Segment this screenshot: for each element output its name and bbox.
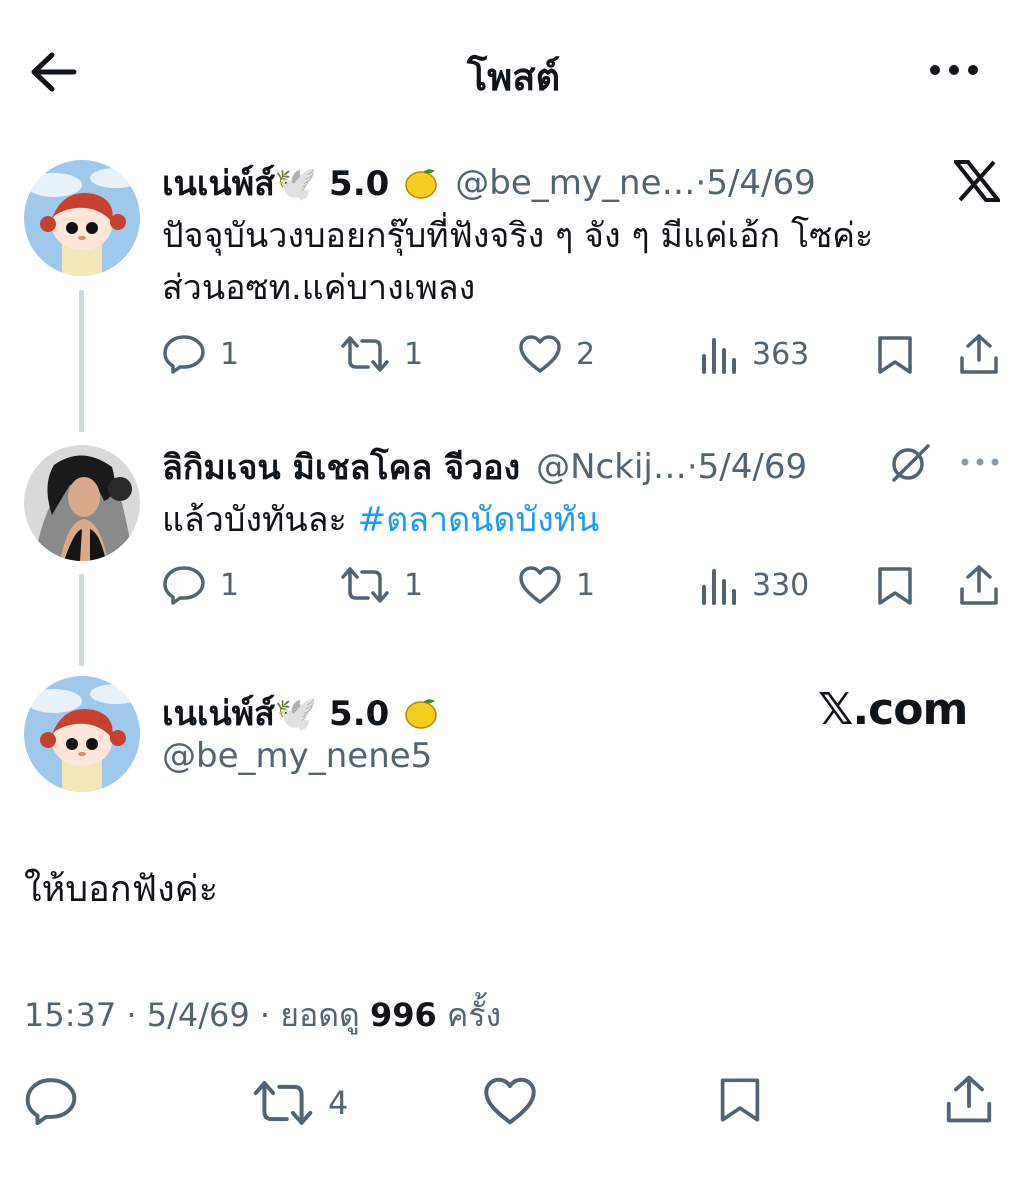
tweet-header: เนเน่พ์ส์🕊️ 5.0 @be_my_ne… ·5/4/69 xyxy=(162,156,816,210)
tweet-metadata: 15:37 · 5/4/69 · ยอดดู 996 ครั้ง xyxy=(24,990,501,1041)
like-button[interactable]: 2 xyxy=(518,334,595,374)
like-button[interactable]: 1 xyxy=(518,565,595,605)
retweet-count: 1 xyxy=(404,567,424,603)
lemon-icon xyxy=(403,165,439,201)
bookmark-icon[interactable] xyxy=(876,565,914,607)
share-icon[interactable] xyxy=(958,563,1000,607)
timestamp[interactable]: ·5/4/69 xyxy=(696,163,816,203)
reply-icon xyxy=(162,334,206,374)
x-com-watermark: 𝕏.com xyxy=(818,684,968,735)
retweet-icon xyxy=(252,1078,314,1128)
like-count: 2 xyxy=(576,336,596,372)
reply-button[interactable]: 1 xyxy=(162,334,239,374)
heart-icon xyxy=(518,334,562,374)
tweet-text-line: ปัจจุบันวงบอยกรุ๊บที่ฟังจริง ๆ จัง ๆ มีแ… xyxy=(162,216,874,256)
views-count: 330 xyxy=(752,567,810,603)
tweet-text-line: ส่วนอซท.แค่บางเพลง xyxy=(162,268,476,308)
retweet-icon xyxy=(340,334,390,374)
heart-icon xyxy=(518,565,562,605)
views-button[interactable]: 330 xyxy=(700,565,809,605)
tweet-text: แล้วบังทันละ #ตลาดนัดบังทัน xyxy=(162,494,599,546)
grok-icon[interactable] xyxy=(888,442,932,484)
tweet-text-body: แล้วบังทันละ xyxy=(162,500,358,540)
views-count: 363 xyxy=(752,336,810,372)
share-icon[interactable] xyxy=(958,332,1000,376)
reply-count: 1 xyxy=(220,567,240,603)
share-icon[interactable] xyxy=(944,1072,994,1126)
like-count: 1 xyxy=(576,567,596,603)
reply-button[interactable]: 1 xyxy=(162,565,239,605)
avatar[interactable] xyxy=(24,160,140,276)
views-icon xyxy=(700,334,738,374)
reply-icon[interactable] xyxy=(24,1076,78,1126)
tweet-header: เนเน่พ์ส์🕊️ 5.0 xyxy=(162,686,439,740)
retweet-button[interactable]: 4 xyxy=(252,1078,348,1128)
retweet-button[interactable]: 1 xyxy=(340,565,423,605)
tweet-header: ลิกิมเจน มิเชลโคล จีวอง @Nckij… ·5/4/69 xyxy=(162,440,807,494)
bookmark-icon[interactable] xyxy=(876,334,914,376)
tweet-text: ปัจจุบันวงบอยกรุ๊บที่ฟังจริง ๆ จัง ๆ มีแ… xyxy=(162,210,873,314)
username[interactable]: @be_my_ne… xyxy=(455,163,695,203)
page-title: โพสต์ xyxy=(466,55,561,99)
bookmark-icon[interactable] xyxy=(718,1074,762,1126)
main-tweet-text: ให้บอกฟังค่ะ xyxy=(24,869,219,910)
retweet-count: 4 xyxy=(328,1084,349,1122)
x-logo-icon xyxy=(954,160,1000,202)
view-count-suffix: ครั้ง xyxy=(436,996,502,1034)
display-name[interactable]: เนเน่พ์ส์🕊️ 5.0 xyxy=(162,686,389,740)
retweet-button[interactable]: 1 xyxy=(340,334,423,374)
retweet-count: 1 xyxy=(404,336,424,372)
display-name[interactable]: เนเน่พ์ส์🕊️ 5.0 xyxy=(162,156,389,210)
view-count: 996 xyxy=(369,996,437,1034)
retweet-icon xyxy=(340,565,390,605)
thread-line xyxy=(79,574,84,666)
hashtag-link[interactable]: #ตลาดนัดบังทัน xyxy=(358,500,600,540)
thread-line xyxy=(79,290,84,432)
display-name[interactable]: ลิกิมเจน มิเชลโคล จีวอง xyxy=(162,440,520,494)
reply-icon xyxy=(162,565,206,605)
more-options-icon[interactable] xyxy=(928,62,980,78)
reply-count: 1 xyxy=(220,336,240,372)
views-button[interactable]: 363 xyxy=(700,334,809,374)
avatar[interactable] xyxy=(24,676,140,792)
heart-icon[interactable] xyxy=(482,1076,538,1126)
lemon-icon xyxy=(403,695,439,731)
timestamp[interactable]: ·5/4/69 xyxy=(687,447,807,487)
tweet-more-icon[interactable] xyxy=(960,456,1000,468)
tweet-time: 15:37 · 5/4/69 · ยอดดู xyxy=(24,996,370,1034)
username[interactable]: @Nckij… xyxy=(536,447,687,487)
views-icon xyxy=(700,565,738,605)
avatar[interactable] xyxy=(24,445,140,561)
username[interactable]: @be_my_nene5 xyxy=(162,736,432,776)
